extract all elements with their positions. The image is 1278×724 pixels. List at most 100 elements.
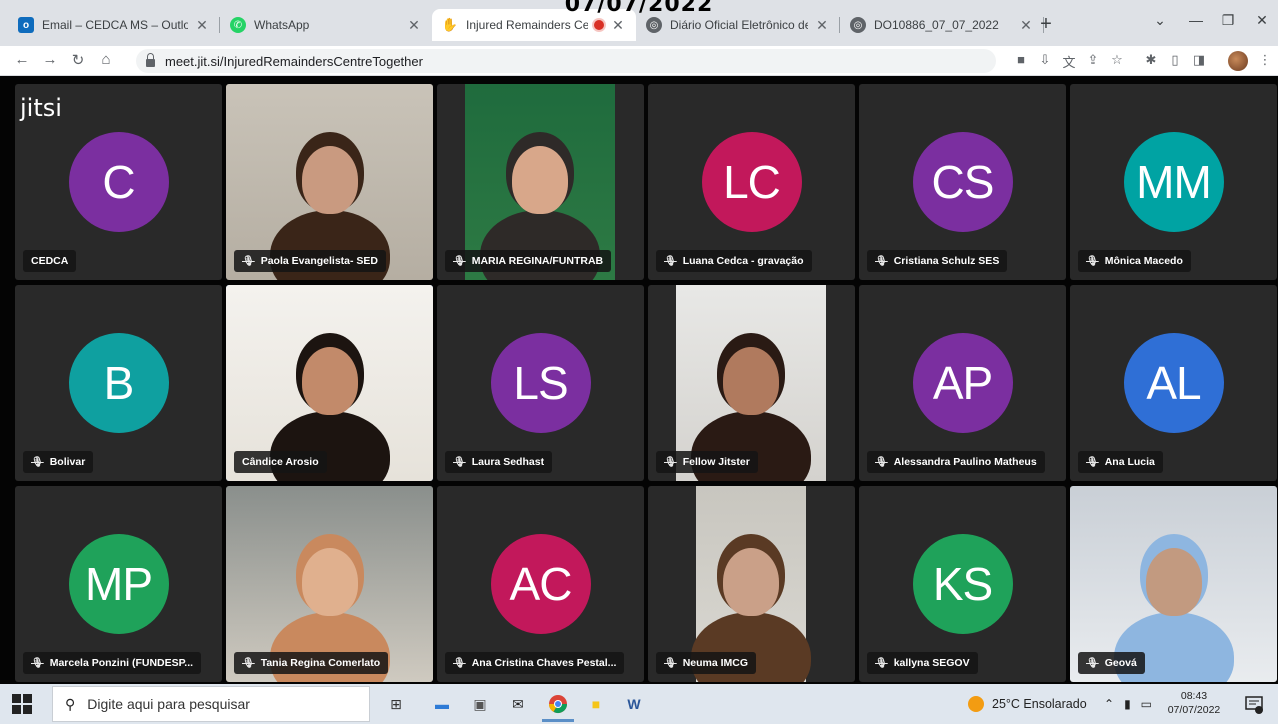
search-icon: ⚲ xyxy=(65,695,76,712)
tab-title: Email – CEDCA MS – Outlook xyxy=(42,18,188,32)
participant-tile[interactable]: B 🎙 Bolivar xyxy=(15,285,222,481)
participant-name: kallyna SEGOV xyxy=(893,657,970,669)
chrome-icon[interactable] xyxy=(542,692,574,722)
participant-name: Ana Cristina Chaves Pestal... xyxy=(471,657,617,669)
taskbar-search[interactable]: ⚲ Digite aqui para pesquisar xyxy=(52,686,370,722)
participant-name-label: 🎙 Mônica Macedo xyxy=(1078,250,1191,272)
back-button[interactable]: ← xyxy=(12,51,32,68)
address-bar[interactable]: meet.jit.si/InjuredRemaindersCentreToget… xyxy=(136,49,996,73)
participant-tile[interactable]: 🎙 MARIA REGINA/FUNTRAB xyxy=(437,84,644,280)
tab-title: Injured Remainders Cent xyxy=(466,18,588,32)
participant-name-label: 🎙 MARIA REGINA/FUNTRAB xyxy=(445,250,612,272)
participant-name-label: 🎙 Bolivar xyxy=(23,451,94,473)
new-tab-button[interactable]: + xyxy=(1036,14,1056,34)
start-button[interactable] xyxy=(12,694,32,714)
participant-name-label: 🎙 Alessandra Paulino Matheus xyxy=(867,451,1045,473)
globe-icon: ◎ xyxy=(646,17,662,33)
participant-avatar: KS xyxy=(912,534,1013,634)
participant-name-label: 🎙 Marcela Ponzini (FUNDESP... xyxy=(23,652,202,674)
participant-tile[interactable]: MP 🎙 Marcela Ponzini (FUNDESP... xyxy=(15,486,222,682)
participant-tile[interactable]: MM 🎙 Mônica Macedo xyxy=(1070,84,1277,280)
mic-muted-icon: 🎙 xyxy=(31,456,44,468)
home-button[interactable]: ⌂ xyxy=(96,51,116,68)
participant-tile[interactable]: KS 🎙 kallyna SEGOV xyxy=(859,486,1066,682)
participant-name: MARIA REGINA/FUNTRAB xyxy=(471,255,604,267)
task-view-icon[interactable]: ⊞ xyxy=(384,692,408,716)
participant-avatar: LC xyxy=(701,132,802,232)
tab-title: DO10886_07_07_2022 xyxy=(874,18,999,32)
participant-avatar: B xyxy=(68,333,169,433)
sidepanel-icon[interactable]: ▯ xyxy=(1166,52,1184,68)
extensions-icon[interactable]: ✱ xyxy=(1142,52,1160,68)
weather-widget[interactable]: 25°C Ensolarado xyxy=(968,684,1087,724)
participant-tile[interactable]: 🎙 Geová xyxy=(1070,486,1277,682)
sticky-notes-icon[interactable]: ■ xyxy=(584,692,608,716)
close-icon[interactable]: ✕ xyxy=(814,17,830,34)
reading-mode-icon[interactable]: ◨ xyxy=(1190,52,1208,68)
close-icon[interactable]: ✕ xyxy=(406,17,422,34)
participant-tile[interactable]: AP 🎙 Alessandra Paulino Matheus xyxy=(859,285,1066,481)
participant-tile[interactable]: 🎙 Fellow Jitster xyxy=(648,285,855,481)
recording-icon xyxy=(594,20,604,30)
participant-tile[interactable]: Cândice Arosio xyxy=(226,285,433,481)
participant-avatar: AL xyxy=(1123,333,1224,433)
date-overlay: 07/07/2022 xyxy=(564,0,714,17)
store-icon[interactable]: ▣ xyxy=(468,692,492,716)
mic-muted-icon: 🎙 xyxy=(664,255,677,267)
participant-name-label: CEDCA xyxy=(23,250,77,272)
participant-tile[interactable]: LC 🎙 Luana Cedca - gravação xyxy=(648,84,855,280)
participant-tile[interactable]: LS 🎙 Laura Sedhast xyxy=(437,285,644,481)
clock[interactable]: 08:43 07/07/2022 xyxy=(1164,689,1224,717)
sun-icon xyxy=(968,696,984,712)
url-text: meet.jit.si/InjuredRemaindersCentreToget… xyxy=(165,53,423,69)
jitsi-icon: ✋ xyxy=(441,17,459,32)
participant-name-label: 🎙 Cristiana Schulz SES xyxy=(867,250,1008,272)
mic-muted-icon: 🎙 xyxy=(875,657,888,669)
participant-tile[interactable]: 🎙 Tania Regina Comerlato xyxy=(226,486,433,682)
participant-tile[interactable]: AL 🎙 Ana Lucia xyxy=(1070,285,1277,481)
globe-icon: ◎ xyxy=(850,17,866,33)
close-icon[interactable]: ✕ xyxy=(1018,17,1034,34)
mic-muted-icon: 🎙 xyxy=(242,657,255,669)
tab-title: Diário Oficial Eletrônico de M xyxy=(670,18,808,32)
participant-name: Cristiana Schulz SES xyxy=(893,255,1000,267)
camera-in-use-icon[interactable]: ■ xyxy=(1012,52,1030,67)
participant-tile[interactable]: CS 🎙 Cristiana Schulz SES xyxy=(859,84,1066,280)
reload-button[interactable]: ↻ xyxy=(68,51,88,69)
participant-avatar: LS xyxy=(490,333,591,433)
participant-name: Marcela Ponzini (FUNDESP... xyxy=(49,657,194,669)
mic-muted-icon: 🎙 xyxy=(1086,456,1099,468)
notifications-icon[interactable] xyxy=(1244,694,1264,714)
translate-icon[interactable]: 文 xyxy=(1060,52,1078,71)
mic-muted-icon: 🎙 xyxy=(664,657,677,669)
word-icon[interactable]: W xyxy=(622,692,646,716)
profile-avatar[interactable] xyxy=(1228,51,1248,71)
participant-name: Fellow Jitster xyxy=(682,456,750,468)
close-icon[interactable]: ✕ xyxy=(194,17,210,34)
participant-tile[interactable]: 🎙 Paola Evangelista- SED xyxy=(226,84,433,280)
mail-icon[interactable]: ✉ xyxy=(506,692,530,716)
close-icon[interactable]: ✕ xyxy=(610,17,626,34)
meeting-stage: jitsi C CEDCA 🎙 Paola Evangelista- SED 🎙 MARI… xyxy=(0,76,1278,684)
network-icon[interactable]: ▭ xyxy=(1141,697,1152,711)
participant-name-label: Cândice Arosio xyxy=(234,451,327,473)
participant-name: Laura Sedhast xyxy=(471,456,545,468)
microphone-icon[interactable]: ▮ xyxy=(1124,697,1131,711)
file-explorer-icon[interactable]: ▬ xyxy=(430,692,454,716)
chevron-up-icon[interactable]: ⌃ xyxy=(1104,697,1114,711)
participant-name-label: 🎙 kallyna SEGOV xyxy=(867,652,978,674)
install-app-icon[interactable]: ⇩ xyxy=(1036,52,1054,68)
menu-icon[interactable]: ⋮ xyxy=(1256,52,1274,68)
forward-button[interactable]: → xyxy=(40,51,60,68)
participant-name-label: 🎙 Paola Evangelista- SED xyxy=(234,250,386,272)
mic-muted-icon: 🎙 xyxy=(31,657,44,669)
participant-tile[interactable]: 🎙 Neuma IMCG xyxy=(648,486,855,682)
bookmark-star-icon[interactable]: ☆ xyxy=(1108,52,1126,68)
clock-time: 08:43 xyxy=(1180,690,1208,702)
mic-muted-icon: 🎙 xyxy=(453,657,466,669)
participant-tile[interactable]: AC 🎙 Ana Cristina Chaves Pestal... xyxy=(437,486,644,682)
system-tray: ⌃ ▮ ▭ xyxy=(1104,684,1152,724)
share-icon[interactable]: ⇪ xyxy=(1084,52,1102,68)
participant-name: Tania Regina Comerlato xyxy=(260,657,381,669)
participant-name-label: 🎙 Ana Lucia xyxy=(1078,451,1163,473)
